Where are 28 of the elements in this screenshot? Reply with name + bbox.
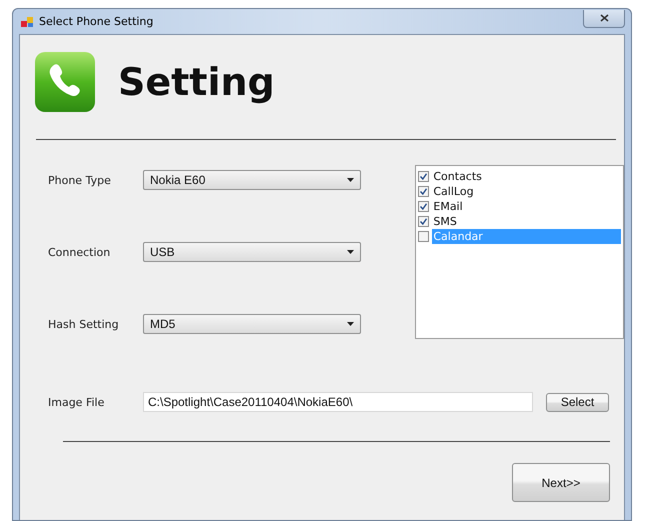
- dropdown[interactable]: USB: [143, 242, 361, 262]
- list-item[interactable]: EMail: [432, 199, 621, 214]
- window-title: Select Phone Setting: [39, 15, 154, 28]
- checkbox[interactable]: [418, 216, 430, 227]
- field-label: Image File: [48, 396, 106, 408]
- select-button[interactable]: Select: [546, 392, 609, 412]
- checkbox[interactable]: [418, 231, 430, 242]
- path-field[interactable]: C:\Spotlight\Case20110404\NokiaE60\: [143, 392, 533, 412]
- list-item[interactable]: Contacts: [432, 169, 621, 184]
- dropdown[interactable]: MD5: [143, 314, 361, 334]
- list-item[interactable]: CallLog: [432, 184, 621, 199]
- caret-icon: [347, 322, 354, 326]
- field-label: Connection: [48, 246, 112, 258]
- field-label: Hash Setting: [48, 318, 120, 330]
- page-heading: Setting: [118, 60, 275, 104]
- phone-icon: [34, 51, 96, 113]
- close-button[interactable]: [583, 10, 625, 28]
- checkbox[interactable]: [418, 201, 430, 212]
- close-icon: [600, 14, 608, 22]
- dropdown[interactable]: Nokia E60: [143, 170, 361, 190]
- field-label: Phone Type: [48, 174, 112, 186]
- checkbox[interactable]: [418, 171, 430, 182]
- caret-icon: [347, 250, 354, 254]
- next-button[interactable]: Next>>: [512, 463, 610, 502]
- list-item[interactable]: SMS: [432, 214, 621, 229]
- caret-icon: [347, 178, 354, 182]
- app-icon: [21, 16, 34, 28]
- checkbox[interactable]: [418, 186, 430, 197]
